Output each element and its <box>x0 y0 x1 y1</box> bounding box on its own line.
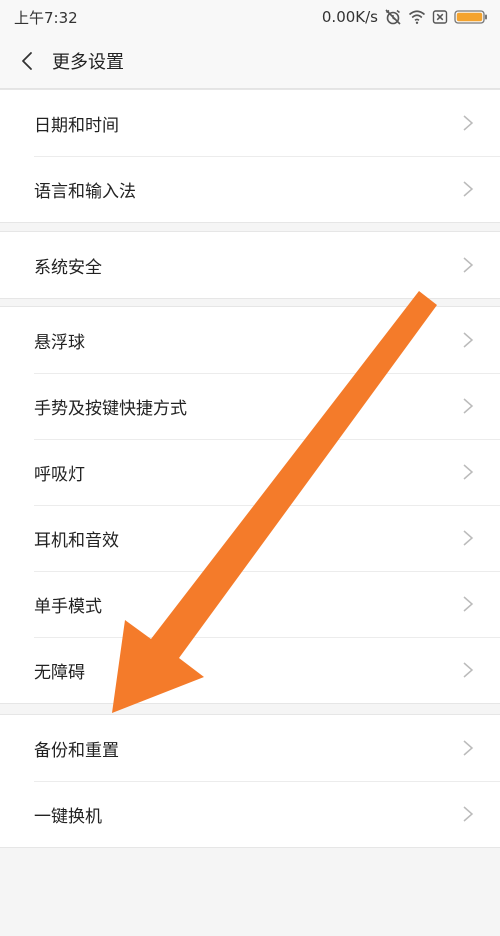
chevron-right-icon <box>463 332 474 348</box>
back-button[interactable] <box>10 44 44 78</box>
status-bar: 上午7:32 0.00K/s <box>0 0 500 34</box>
battery-icon <box>454 10 487 24</box>
network-speed: 0.00K/s <box>321 8 378 26</box>
settings-group-3: 悬浮球 手势及按键快捷方式 呼吸灯 耳机和音效 单手模式 无障碍 <box>0 306 500 704</box>
settings-item-label: 耳机和音效 <box>34 531 119 551</box>
alarm-off-icon <box>385 9 401 25</box>
settings-item-label: 单手模式 <box>34 597 102 617</box>
chevron-right-icon <box>463 530 474 546</box>
wifi-icon <box>408 10 426 24</box>
settings-item-phone-transfer[interactable]: 一键换机 <box>0 781 500 847</box>
chevron-right-icon <box>463 740 474 756</box>
status-icons: 0.00K/s <box>322 6 488 28</box>
chevron-right-icon <box>463 464 474 480</box>
settings-item-accessibility[interactable]: 无障碍 <box>0 637 500 703</box>
chevron-left-icon <box>22 52 32 70</box>
header: 更多设置 <box>0 34 500 89</box>
settings-item-label: 呼吸灯 <box>34 465 85 485</box>
settings-item-label: 备份和重置 <box>34 741 119 761</box>
settings-group-1: 日期和时间 语言和输入法 <box>0 89 500 223</box>
settings-group-2: 系统安全 <box>0 231 500 299</box>
settings-item-label: 无障碍 <box>34 663 85 683</box>
settings-item-language-input[interactable]: 语言和输入法 <box>0 156 500 222</box>
chevron-right-icon <box>463 115 474 131</box>
settings-group-4: 备份和重置 一键换机 <box>0 714 500 848</box>
settings-item-notification-light[interactable]: 呼吸灯 <box>0 439 500 505</box>
page-title: 更多设置 <box>52 52 124 73</box>
sim-off-icon <box>432 10 448 24</box>
settings-item-date-time[interactable]: 日期和时间 <box>0 90 500 156</box>
chevron-right-icon <box>463 398 474 414</box>
chevron-right-icon <box>463 662 474 678</box>
settings-item-headphones-audio[interactable]: 耳机和音效 <box>0 505 500 571</box>
settings-item-label: 一键换机 <box>34 807 102 827</box>
settings-item-floating-ball[interactable]: 悬浮球 <box>0 307 500 373</box>
chevron-right-icon <box>463 181 474 197</box>
settings-item-label: 日期和时间 <box>34 116 119 136</box>
settings-item-label: 手势及按键快捷方式 <box>34 399 187 419</box>
settings-item-system-security[interactable]: 系统安全 <box>0 232 500 298</box>
settings-item-one-handed-mode[interactable]: 单手模式 <box>0 571 500 637</box>
status-time: 上午7:32 <box>14 9 78 27</box>
chevron-right-icon <box>463 596 474 612</box>
settings-item-label: 语言和输入法 <box>34 182 136 202</box>
settings-item-gesture-shortcuts[interactable]: 手势及按键快捷方式 <box>0 373 500 439</box>
settings-item-label: 悬浮球 <box>34 333 85 353</box>
chevron-right-icon <box>463 257 474 273</box>
screen: 上午7:32 0.00K/s 更多设置 日期和时间 语言和输入法 系统安全 悬浮… <box>0 0 500 936</box>
chevron-right-icon <box>463 806 474 822</box>
settings-item-backup-reset[interactable]: 备份和重置 <box>0 715 500 781</box>
settings-item-label: 系统安全 <box>34 258 102 278</box>
